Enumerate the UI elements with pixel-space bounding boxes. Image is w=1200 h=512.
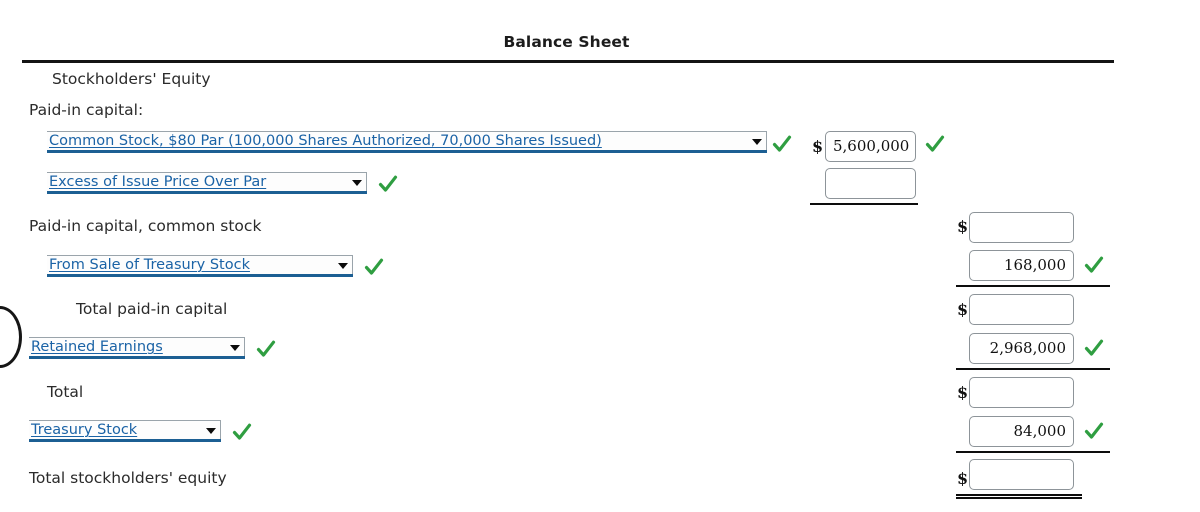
chevron-down-icon: [352, 179, 362, 186]
balance-sheet-form: Balance Sheet Stockholders' Equity Paid-…: [0, 0, 1200, 512]
label-total-paid-in-capital: Total paid-in capital: [76, 300, 228, 318]
subtotal-rule-middle: [810, 203, 918, 205]
page-title: Balance Sheet: [503, 33, 630, 51]
currency-symbol-total: $: [957, 383, 969, 402]
dropdown-excess-of-issue-price-over-par[interactable]: Excess of Issue Price Over Par: [47, 172, 367, 194]
input-total-paid-in-capital-amount[interactable]: [969, 294, 1074, 325]
subtotal-rule-treasury-stock: [956, 451, 1110, 453]
check-icon-retained-earnings-label: [256, 340, 276, 357]
currency-symbol-common-stock: $: [812, 137, 824, 156]
input-common-stock-amount[interactable]: 5,600,000: [825, 131, 916, 162]
check-icon-treasury-stock-label: [232, 423, 252, 440]
select-right-edge: [352, 255, 353, 274]
dropdown-from-sale-of-treasury-stock-value: From Sale of Treasury Stock: [49, 257, 250, 273]
input-paid-in-capital-common-stock-amount[interactable]: [969, 212, 1074, 243]
label-stockholders-equity: Stockholders' Equity: [52, 70, 211, 88]
chevron-down-icon: [230, 344, 240, 351]
title-divider: [22, 60, 1114, 63]
select-right-edge: [244, 337, 245, 356]
select-top-edge: [29, 337, 245, 338]
currency-symbol-total-paid-in-capital: $: [957, 300, 969, 319]
input-total-stockholders-equity-amount[interactable]: [969, 459, 1074, 490]
label-paid-in-capital: Paid-in capital:: [29, 101, 144, 119]
check-icon-common-stock-amount: [925, 135, 945, 152]
input-from-sale-of-treasury-stock-amount[interactable]: 168,000: [969, 250, 1074, 281]
select-top-edge: [47, 131, 767, 132]
select-right-edge: [366, 172, 367, 191]
select-right-edge: [220, 420, 221, 439]
check-icon-retained-earnings-amount: [1084, 339, 1104, 356]
check-icon-from-sale-of-treasury-stock-label: [364, 258, 384, 275]
dropdown-excess-of-issue-price-over-par-value: Excess of Issue Price Over Par: [49, 174, 267, 190]
select-top-edge: [47, 172, 367, 173]
subtotal-rule-paid-in-capital: [956, 285, 1110, 287]
grand-total-double-rule: [956, 494, 1082, 499]
chevron-down-icon: [206, 427, 216, 434]
dropdown-treasury-stock-value: Treasury Stock: [31, 422, 138, 438]
check-icon-from-sale-of-treasury-stock-amount: [1084, 256, 1104, 273]
select-top-edge: [47, 255, 353, 256]
input-excess-of-issue-price-amount[interactable]: [825, 168, 916, 199]
check-icon-excess-of-issue-price-label: [378, 175, 398, 192]
currency-symbol-paid-in-capital-common-stock: $: [957, 217, 969, 236]
currency-symbol-total-stockholders-equity: $: [957, 469, 969, 488]
chevron-down-icon: [752, 138, 762, 145]
chevron-down-icon: [338, 262, 348, 269]
label-total-stockholders-equity: Total stockholders' equity: [29, 469, 227, 487]
dropdown-from-sale-of-treasury-stock[interactable]: From Sale of Treasury Stock: [47, 255, 353, 277]
label-total: Total: [47, 383, 84, 401]
input-total-amount[interactable]: [969, 377, 1074, 408]
input-retained-earnings-amount[interactable]: 2,968,000: [969, 333, 1074, 364]
dropdown-common-stock-value: Common Stock, $80 Par (100,000 Shares Au…: [49, 133, 602, 149]
dropdown-treasury-stock[interactable]: Treasury Stock: [29, 420, 221, 442]
check-icon-common-stock-label: [772, 135, 792, 152]
dropdown-retained-earnings-value: Retained Earnings: [31, 339, 163, 355]
subtotal-rule-total: [956, 368, 1110, 370]
input-treasury-stock-amount[interactable]: 84,000: [969, 416, 1074, 447]
label-paid-in-capital-common-stock: Paid-in capital, common stock: [29, 217, 262, 235]
dropdown-retained-earnings[interactable]: Retained Earnings: [29, 337, 245, 359]
decorative-arc: [0, 306, 22, 368]
check-icon-treasury-stock-amount: [1084, 422, 1104, 439]
select-right-edge: [766, 131, 767, 150]
dropdown-common-stock[interactable]: Common Stock, $80 Par (100,000 Shares Au…: [47, 131, 767, 153]
select-top-edge: [29, 420, 221, 421]
